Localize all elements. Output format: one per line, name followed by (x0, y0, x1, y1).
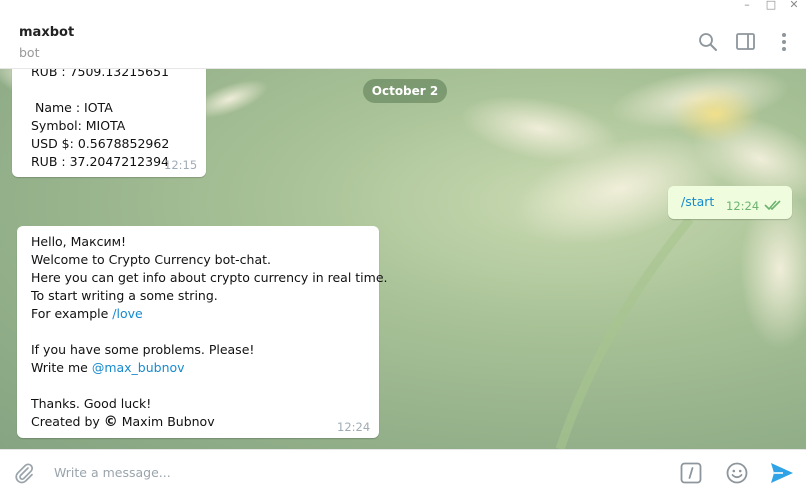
search-icon[interactable] (697, 31, 719, 53)
incoming-message[interactable]: RUB : 7509.13215651 ​ Name : IOTA Symbol… (12, 69, 206, 177)
message-text: Created by (31, 414, 104, 429)
copyright-icon: © (103, 414, 118, 430)
message-line: Welcome to Crypto Currency bot-chat. (31, 252, 272, 267)
message-text: Write me (31, 360, 92, 375)
message-line: Created by © Maxim Bubnov (31, 413, 388, 431)
message-line: If you have some problems. Please! (31, 342, 255, 357)
message-time: 12:24 (726, 199, 760, 213)
message-text: For example (31, 306, 113, 321)
message-line: For example /love (31, 305, 388, 323)
message-line: RUB : 37.2047212394 (31, 154, 169, 169)
minimize-button[interactable]: – (740, 0, 754, 12)
message-time: 12:24 (337, 420, 371, 434)
send-icon[interactable] (769, 461, 795, 485)
message-blank-line: ​ (31, 377, 388, 395)
chat-title[interactable]: maxbot (19, 25, 74, 40)
incoming-message[interactable]: Hello, Максим! Welcome to Crypto Currenc… (17, 226, 388, 438)
chat-header: maxbot bot (0, 15, 806, 69)
message-time: 12:15 (164, 158, 198, 172)
message-line: RUB : 7509.13215651 (31, 69, 169, 79)
message-text: Maxim Bubnov (121, 414, 215, 429)
message-composer: Write a message... (0, 449, 806, 495)
message-line: Symbol: MIOTA (31, 118, 126, 133)
username-link[interactable]: @max_bubnov (92, 360, 185, 375)
message-line: USD $: 0.5678852962 (31, 136, 170, 151)
chat-status: bot (19, 45, 40, 60)
maximize-button[interactable]: □ (764, 0, 778, 12)
message-line: To start writing a some string. (31, 288, 218, 303)
message-line: ​ (31, 81, 169, 99)
paperclip-icon[interactable] (12, 461, 36, 485)
sidebar-toggle-icon[interactable] (735, 31, 757, 53)
command-link[interactable]: /love (112, 306, 142, 321)
window-titlebar: – □ ✕ (0, 0, 806, 15)
command-link[interactable]: /start (681, 194, 714, 209)
message-blank-line: ​ (31, 323, 388, 341)
outgoing-message[interactable]: /start 12:24 (668, 186, 792, 219)
chat-messages-area[interactable]: October 2 RUB : 7509.13215651 ​ Name : I… (0, 69, 806, 449)
emoji-icon[interactable] (725, 461, 749, 485)
close-button[interactable]: ✕ (787, 0, 801, 12)
more-vertical-icon[interactable] (773, 31, 795, 53)
message-input[interactable]: Write a message... (54, 465, 171, 480)
message-line: Thanks. Good luck! (31, 396, 152, 411)
message-line: Write me @max_bubnov (31, 359, 388, 377)
bot-commands-icon[interactable] (680, 462, 702, 484)
read-check-icon (764, 200, 781, 211)
message-line: Here you can get info about crypto curre… (31, 270, 388, 285)
date-divider: October 2 (363, 79, 447, 103)
message-line: Hello, Максим! (31, 234, 127, 249)
message-line: Name : IOTA (31, 100, 113, 115)
